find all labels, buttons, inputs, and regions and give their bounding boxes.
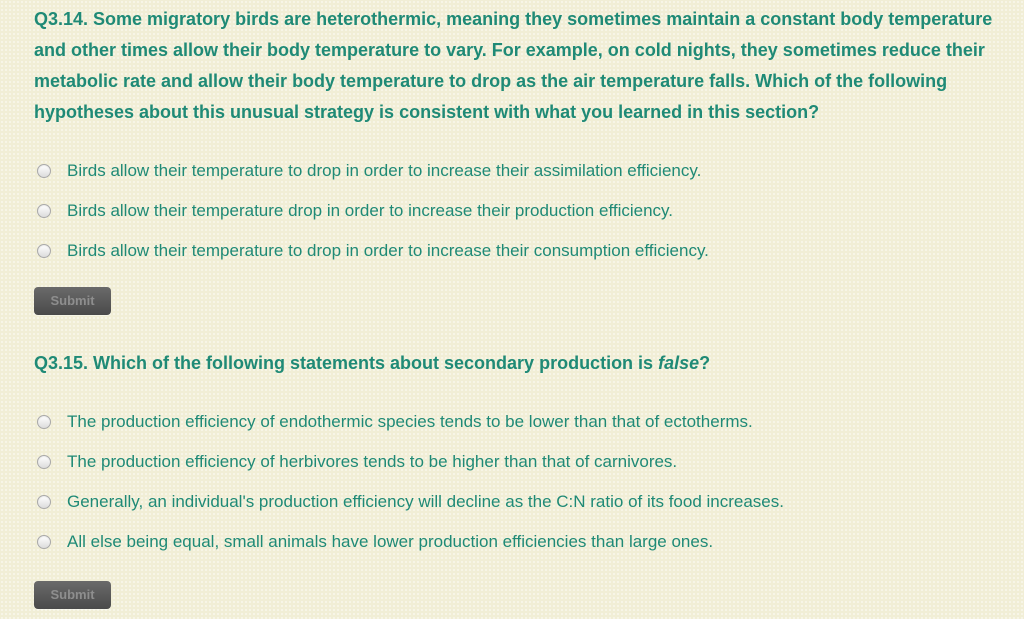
answer-option-label[interactable]: The production efficiency of herbivores … bbox=[67, 452, 677, 472]
answer-option[interactable]: The production efficiency of endothermic… bbox=[34, 402, 1024, 442]
submit-button[interactable]: Submit bbox=[34, 287, 111, 315]
question-text-emphasis: false bbox=[658, 353, 700, 373]
question-text-main: Q3.15. Which of the following statements… bbox=[34, 353, 659, 373]
answer-option[interactable]: The production efficiency of herbivores … bbox=[34, 442, 1024, 482]
question-text-line: and other times allow their body tempera… bbox=[34, 40, 985, 60]
radio-button[interactable] bbox=[37, 415, 51, 429]
answer-options: Birds allow their temperature to drop in… bbox=[34, 151, 1024, 271]
submit-button[interactable]: Submit bbox=[34, 581, 111, 609]
question-text-end: ? bbox=[699, 353, 711, 373]
question-text: Q3.15. Which of the following statements… bbox=[34, 348, 1024, 379]
question-3-14: Q3.14. Some migratory birds are heteroth… bbox=[34, 4, 1024, 315]
question-text-line: hypotheses about this unusual strategy i… bbox=[34, 102, 820, 122]
radio-button[interactable] bbox=[37, 164, 51, 178]
radio-button[interactable] bbox=[37, 535, 51, 549]
question-text: Q3.14. Some migratory birds are heteroth… bbox=[34, 4, 1024, 128]
radio-button[interactable] bbox=[37, 495, 51, 509]
answer-option-label[interactable]: Birds allow their temperature drop in or… bbox=[67, 201, 673, 221]
answer-option[interactable]: All else being equal, small animals have… bbox=[34, 522, 1024, 562]
answer-option-label[interactable]: All else being equal, small animals have… bbox=[67, 532, 713, 552]
radio-button[interactable] bbox=[37, 244, 51, 258]
question-text-line: metabolic rate and allow their body temp… bbox=[34, 71, 948, 91]
question-text-line: Q3.15. Which of the following statements… bbox=[34, 348, 1024, 379]
answer-option-label[interactable]: Birds allow their temperature to drop in… bbox=[67, 161, 701, 181]
answer-option[interactable]: Birds allow their temperature to drop in… bbox=[34, 151, 1024, 191]
answer-option-label[interactable]: Generally, an individual's production ef… bbox=[67, 492, 784, 512]
question-3-15: Q3.15. Which of the following statements… bbox=[34, 348, 1024, 609]
answer-option-label[interactable]: The production efficiency of endothermic… bbox=[67, 412, 753, 432]
answer-option[interactable]: Birds allow their temperature to drop in… bbox=[34, 231, 1024, 271]
answer-option[interactable]: Generally, an individual's production ef… bbox=[34, 482, 1024, 522]
radio-button[interactable] bbox=[37, 455, 51, 469]
answer-option-label[interactable]: Birds allow their temperature to drop in… bbox=[67, 241, 709, 261]
radio-button[interactable] bbox=[37, 204, 51, 218]
answer-option[interactable]: Birds allow their temperature drop in or… bbox=[34, 191, 1024, 231]
question-text-line: Q3.14. Some migratory birds are heteroth… bbox=[34, 9, 993, 29]
answer-options: The production efficiency of endothermic… bbox=[34, 402, 1024, 562]
